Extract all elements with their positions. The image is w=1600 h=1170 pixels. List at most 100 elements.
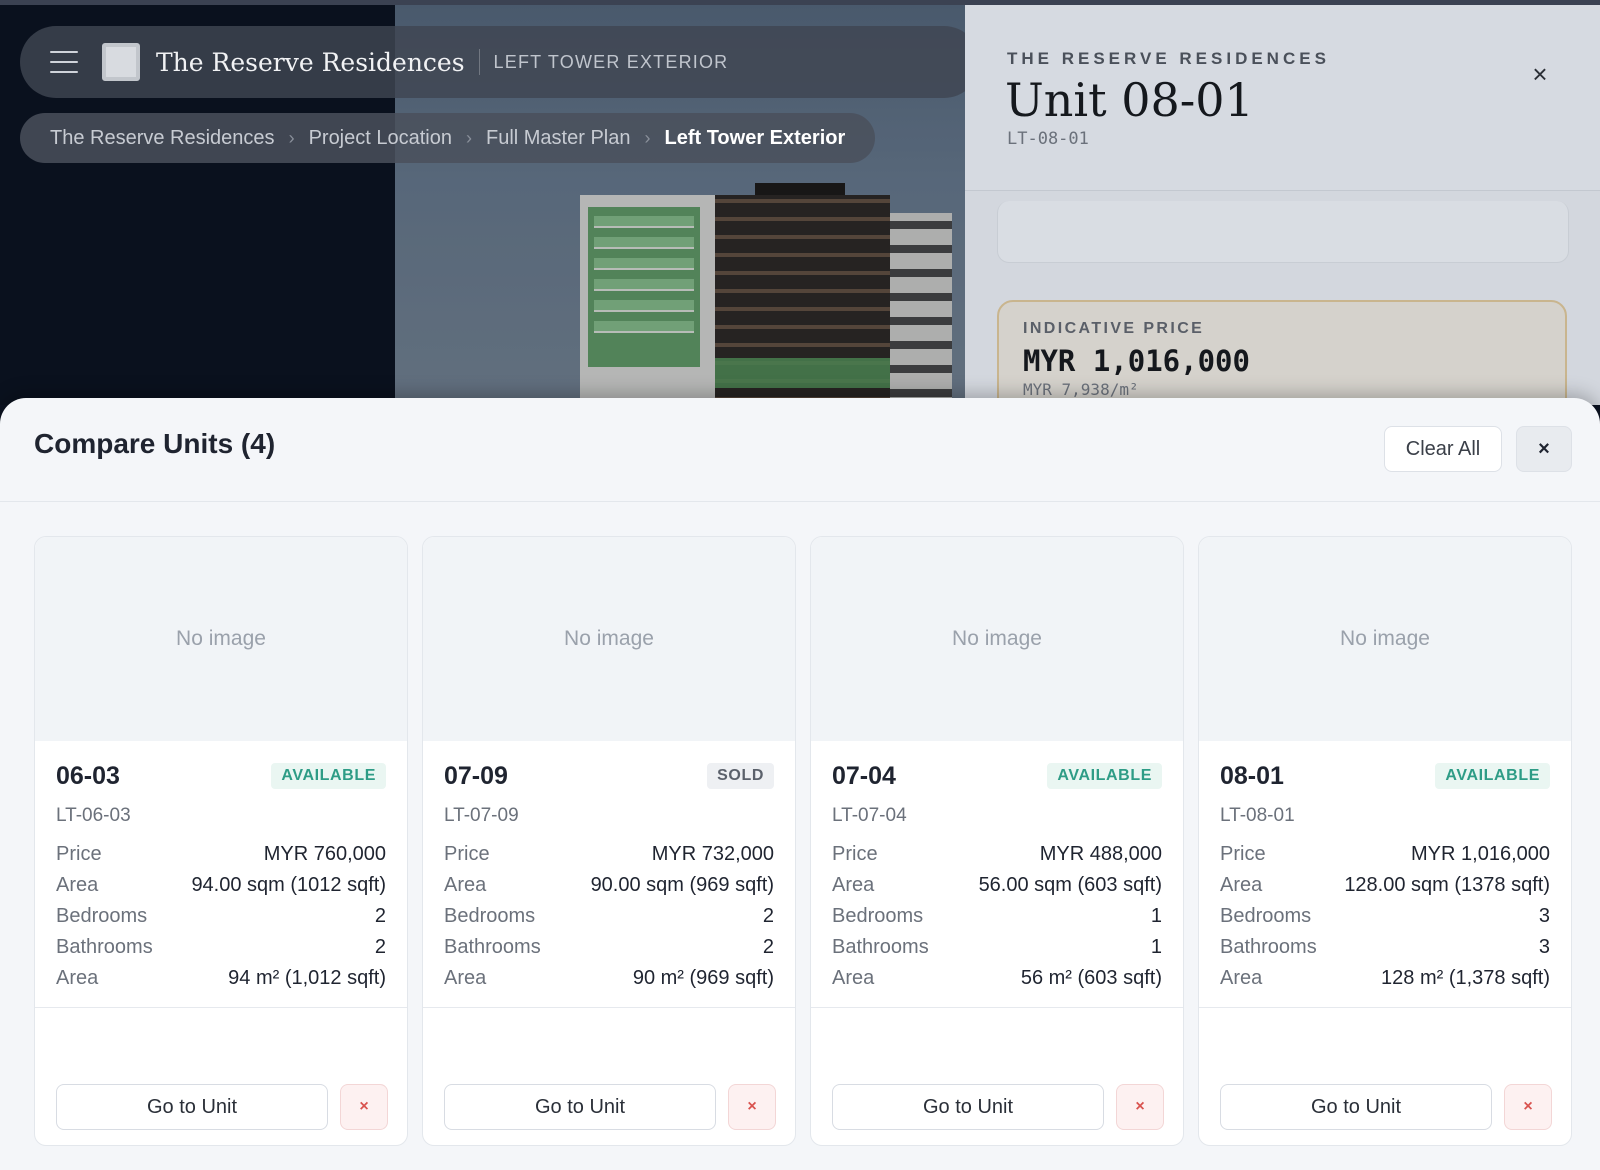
project-kicker: THE RESERVE RESIDENCES: [1007, 49, 1330, 68]
area-metric-label: Area: [832, 967, 875, 989]
area-value: 94.00 sqm (1012 sqft): [191, 874, 386, 896]
unit-code: LT-07-04: [832, 805, 907, 826]
unit-title: Unit 08-01: [1005, 73, 1254, 127]
unit-info-card: [997, 201, 1569, 263]
status-badge: AVAILABLE: [271, 763, 386, 789]
close-icon[interactable]: ×: [1516, 426, 1572, 472]
unit-image-placeholder: No image: [423, 537, 795, 741]
bedrooms-label: Bedrooms: [1220, 905, 1312, 927]
brand-logo-icon: [102, 43, 140, 81]
price-label: Price: [56, 843, 102, 865]
price-label: INDICATIVE PRICE: [1023, 320, 1205, 337]
go-to-unit-button[interactable]: Go to Unit: [444, 1084, 716, 1130]
breadcrumb-item[interactable]: The Reserve Residences: [50, 127, 275, 150]
compare-title: Compare Units (4): [34, 428, 276, 459]
go-to-unit-button[interactable]: Go to Unit: [1220, 1084, 1492, 1130]
price-value: MYR 732,000: [651, 843, 774, 865]
area-metric-value: 56 m² (603 sqft): [1020, 967, 1162, 989]
chevron-right-icon: ›: [288, 127, 295, 148]
unit-card-actions: Go to Unit ×: [35, 1007, 407, 1145]
status-badge: AVAILABLE: [1047, 763, 1162, 789]
unit-specs: Price MYR 760,000 Area 94.00 sqm (1012 sqf…: [56, 839, 386, 994]
unit-code: LT-08-01: [1007, 129, 1089, 149]
price-label: Price: [1220, 843, 1266, 865]
unit-specs: Price MYR 488,000 Area 56.00 sqm (603 sqft…: [832, 839, 1162, 994]
area-value: 90.00 sqm (969 sqft): [590, 874, 774, 896]
area-value: 56.00 sqm (603 sqft): [978, 874, 1162, 896]
compare-header: Compare Units (4) Clear All ×: [0, 398, 1600, 502]
bathrooms-value: 2: [374, 936, 386, 958]
area-metric-label: Area: [56, 967, 99, 989]
unit-detail-header: THE RESERVE RESIDENCES Unit 08-01 LT-08-…: [965, 5, 1600, 191]
area-metric-label: Area: [1220, 967, 1263, 989]
unit-card: No image 07-09 SOLD LT-07-09 Price MYR 73…: [422, 536, 796, 1146]
compare-units-sheet: Compare Units (4) Clear All × No image 0…: [0, 398, 1600, 1170]
unit-code: LT-06-03: [56, 805, 131, 826]
go-to-unit-button[interactable]: Go to Unit: [832, 1084, 1104, 1130]
unit-card: No image 08-01 AVAILABLE LT-08-01 Price M…: [1198, 536, 1572, 1146]
unit-card-actions: Go to Unit ×: [811, 1007, 1183, 1145]
bathrooms-label: Bathrooms: [1220, 936, 1317, 958]
price-value: MYR 760,000: [263, 843, 386, 865]
breadcrumb-item[interactable]: Project Location: [309, 127, 452, 150]
unit-code: LT-07-09: [444, 805, 519, 826]
area-label: Area: [444, 874, 487, 896]
bathrooms-label: Bathrooms: [56, 936, 153, 958]
unit-number: 06-03: [56, 761, 120, 790]
compare-cards: No image 06-03 AVAILABLE LT-06-03 Price M…: [34, 536, 1600, 1146]
unit-card: No image 07-04 AVAILABLE LT-07-04 Price M…: [810, 536, 1184, 1146]
breadcrumb-item[interactable]: Full Master Plan: [486, 127, 631, 150]
remove-unit-icon[interactable]: ×: [1504, 1084, 1552, 1130]
unit-detail-panel: THE RESERVE RESIDENCES Unit 08-01 LT-08-…: [965, 5, 1600, 405]
bedrooms-value: 1: [1150, 905, 1162, 927]
hamburger-menu-icon[interactable]: [50, 51, 78, 73]
brand-name: The Reserve Residences: [156, 47, 465, 77]
clear-all-button[interactable]: Clear All: [1384, 426, 1502, 472]
unit-image-placeholder: No image: [811, 537, 1183, 741]
breadcrumb: The Reserve Residences › Project Locatio…: [20, 113, 876, 163]
bathrooms-value: 3: [1538, 936, 1550, 958]
chevron-right-icon: ›: [644, 127, 651, 148]
unit-specs: Price MYR 732,000 Area 90.00 sqm (969 sqft…: [444, 839, 774, 994]
status-badge: SOLD: [707, 763, 774, 789]
bathrooms-value: 2: [762, 936, 774, 958]
area-metric-value: 90 m² (969 sqft): [632, 967, 774, 989]
bedrooms-label: Bedrooms: [832, 905, 924, 927]
area-value: 128.00 sqm (1378 sqft): [1344, 874, 1550, 896]
unit-specs: Price MYR 1,016,000 Area 128.00 sqm (1378 …: [1220, 839, 1550, 994]
price-per-sqm: MYR 7,938/m²: [1023, 380, 1139, 399]
price-value: MYR 1,016,000: [1411, 843, 1550, 865]
remove-unit-icon[interactable]: ×: [340, 1084, 388, 1130]
chevron-right-icon: ›: [465, 127, 472, 148]
price-label: Price: [444, 843, 490, 865]
bathrooms-label: Bathrooms: [832, 936, 929, 958]
remove-unit-icon[interactable]: ×: [1116, 1084, 1164, 1130]
price-value: MYR 488,000: [1039, 843, 1162, 865]
current-section: LEFT TOWER EXTERIOR: [493, 51, 729, 72]
indicative-price-card: INDICATIVE PRICE MYR 1,016,000 MYR 7,938…: [997, 300, 1567, 405]
unit-image-placeholder: No image: [35, 537, 407, 741]
close-icon[interactable]: ×: [1525, 59, 1555, 89]
area-label: Area: [832, 874, 875, 896]
unit-image-placeholder: No image: [1199, 537, 1571, 741]
unit-card-actions: Go to Unit ×: [423, 1007, 795, 1145]
bedrooms-value: 2: [374, 905, 386, 927]
status-badge: AVAILABLE: [1435, 763, 1550, 789]
unit-card: No image 06-03 AVAILABLE LT-06-03 Price M…: [34, 536, 408, 1146]
bathrooms-label: Bathrooms: [444, 936, 541, 958]
price-value: MYR 1,016,000: [1023, 344, 1250, 378]
area-metric-value: 128 m² (1,378 sqft): [1381, 967, 1550, 989]
bedrooms-label: Bedrooms: [444, 905, 536, 927]
unit-number: 07-09: [444, 761, 508, 790]
area-label: Area: [56, 874, 99, 896]
unit-number: 07-04: [832, 761, 896, 790]
remove-unit-icon[interactable]: ×: [728, 1084, 776, 1130]
bathrooms-value: 1: [1150, 936, 1162, 958]
bedrooms-value: 2: [762, 905, 774, 927]
unit-card-actions: Go to Unit ×: [1199, 1007, 1571, 1145]
go-to-unit-button[interactable]: Go to Unit: [56, 1084, 328, 1130]
breadcrumb-current: Left Tower Exterior: [664, 126, 846, 149]
bedrooms-value: 3: [1538, 905, 1550, 927]
area-metric-value: 94 m² (1,012 sqft): [228, 967, 386, 989]
price-label: Price: [832, 843, 878, 865]
